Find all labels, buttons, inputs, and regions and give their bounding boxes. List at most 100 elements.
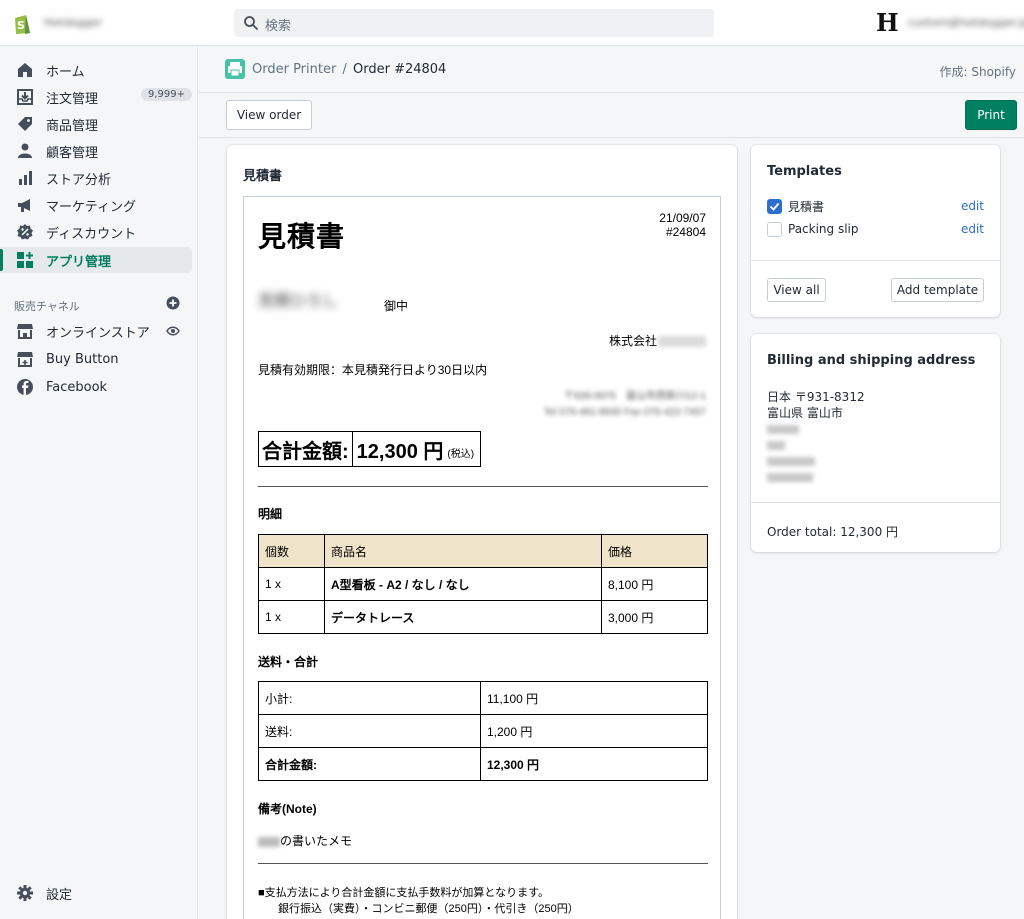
company-name-redacted	[658, 336, 706, 348]
sidebar-item-orders[interactable]: 注文管理 9,999+	[0, 84, 193, 110]
total-box: 合計金額: 12,300 円 (税込)	[258, 431, 482, 467]
company-name: 株式会社	[609, 332, 706, 349]
summary-value: 11,100 円	[480, 681, 708, 715]
buy-button-icon	[17, 352, 33, 367]
sidebar-item-label: 設定	[46, 887, 73, 903]
sidebar-item-analytics[interactable]: ストア分析	[0, 165, 192, 191]
column-header: 価格	[601, 534, 708, 568]
address-line: 日本 〒931-8312	[767, 390, 865, 404]
note-text-block: の書いたメモ	[258, 832, 352, 849]
gear-icon	[17, 885, 33, 901]
shopify-logo-icon[interactable]: S	[10, 12, 34, 36]
address-line: 富山県 富山市	[767, 406, 843, 420]
breadcrumb-separator: /	[342, 62, 347, 77]
payment-note-line: 銀行振込（実費）・コンビニ郵便（250円）・代引き（250円）	[278, 903, 579, 915]
store-icon	[17, 324, 33, 339]
summary-value: 12,300 円	[480, 747, 708, 781]
table-row: 送料: 1,200 円	[258, 714, 708, 748]
print-button[interactable]: Print	[965, 100, 1017, 130]
item-price: 3,000 円	[601, 600, 708, 634]
template-checkbox[interactable]	[767, 198, 782, 214]
search-bar[interactable]: 検索	[234, 9, 714, 37]
redacted-name	[258, 836, 280, 847]
search-icon	[244, 16, 258, 30]
divider	[258, 486, 708, 487]
sidebar-item-label: 注文管理	[46, 91, 99, 107]
sidebar-item-label: オンラインストア	[46, 325, 150, 341]
view-order-button[interactable]: View order	[226, 100, 312, 130]
template-checkbox[interactable]	[767, 221, 782, 237]
templates-card: Templates 見積書 edit Packing slip edit Vie…	[751, 145, 1000, 317]
eye-icon[interactable]	[166, 324, 180, 338]
sidebar-item-label: ホーム	[46, 64, 85, 80]
document-paper: 見積書 21/09/07 #24804 見積ひろし 御中 株式会社 見積有効期限…	[243, 196, 721, 919]
address-line: Tel 076-481-8930 Fax 076-422-7457	[543, 407, 706, 418]
sidebar-item-home[interactable]: ホーム	[0, 57, 192, 83]
sidebar: ホーム 注文管理 9,999+ 商品管理 顧客管理 ストア分析 マーケティング …	[0, 47, 198, 919]
document-date-block: 21/09/07 #24804	[659, 211, 706, 239]
tag-icon	[18, 117, 32, 131]
item-qty: 1 x	[258, 567, 325, 601]
validity-text: 見積有効期限：本見積発行日より30日以内	[258, 363, 488, 377]
account-email[interactable]: custom@hotdogger.jp	[908, 16, 1024, 29]
summary-table: 小計: 11,100 円 送料: 1,200 円 合計金額: 12,300 円	[258, 681, 708, 781]
megaphone-icon	[18, 199, 30, 212]
company-address: 〒939-0975 富山市西新川12-1 Tel 076-481-8930 Fa…	[544, 389, 706, 421]
action-bar: View order Print	[199, 94, 1024, 138]
address-line: 〒939-0975 富山市西新川12-1	[563, 391, 706, 402]
divider	[751, 502, 1000, 503]
address-title: Billing and shipping address	[767, 353, 976, 368]
sidebar-item-label: ディスカウント	[46, 226, 137, 242]
address-lines: 日本 〒931-8312 富山県 富山市	[767, 389, 865, 485]
discount-icon	[17, 224, 33, 240]
sidebar-item-customers[interactable]: 顧客管理	[0, 138, 192, 164]
view-all-button[interactable]: View all	[767, 278, 826, 302]
sidebar-item-label: アプリ管理	[46, 254, 112, 270]
sidebar-item-settings[interactable]: 設定	[0, 880, 192, 906]
printer-app-icon	[225, 59, 245, 79]
address-card: Billing and shipping address 日本 〒931-831…	[751, 334, 1000, 552]
add-channel-icon[interactable]	[166, 296, 180, 310]
sidebar-item-discounts[interactable]: ディスカウント	[0, 219, 192, 245]
edit-template-link[interactable]: edit	[961, 222, 984, 236]
items-table: 個数 商品名 価格 1 x A型看板 - A2 / なし / なし 8,100 …	[258, 534, 708, 634]
redacted-line	[767, 453, 865, 469]
company-label: 株式会社	[608, 334, 657, 348]
sidebar-item-label: 顧客管理	[46, 145, 99, 161]
sidebar-item-marketing[interactable]: マーケティング	[0, 192, 192, 218]
sidebar-item-apps[interactable]: アプリ管理	[0, 247, 192, 273]
document-card-title: 見積書	[243, 169, 283, 184]
order-total: Order total: 12,300 円	[767, 525, 899, 539]
top-bar: S Hotdogger 検索 H custom@hotdogger.jp	[0, 0, 1024, 46]
sidebar-item-buy-button[interactable]: Buy Button	[0, 346, 192, 372]
item-qty: 1 x	[258, 600, 325, 634]
page-title: Order #24804	[353, 62, 447, 77]
divider	[751, 260, 1000, 261]
table-row: 1 x A型看板 - A2 / なし / なし 8,100 円	[258, 567, 708, 601]
divider	[258, 863, 708, 864]
sidebar-item-facebook[interactable]: Facebook	[0, 374, 192, 400]
summary-label: 合計金額:	[258, 747, 481, 781]
item-name: A型看板 - A2 / なし / なし	[324, 567, 602, 601]
apps-icon	[17, 252, 33, 268]
bar-chart-icon	[19, 171, 32, 185]
redacted-line	[767, 469, 865, 485]
check-icon	[769, 202, 780, 211]
avatar[interactable]: H	[876, 10, 900, 36]
breadcrumb-app-link[interactable]: Order Printer	[252, 62, 336, 77]
sidebar-item-products[interactable]: 商品管理	[0, 111, 192, 137]
search-input[interactable]: 検索	[265, 15, 291, 34]
template-name: Packing slip	[788, 222, 859, 236]
redacted-line	[767, 421, 865, 437]
sidebar-item-label: Facebook	[46, 379, 108, 395]
add-template-button[interactable]: Add template	[891, 278, 984, 302]
svg-text:S: S	[17, 19, 25, 32]
details-heading: 明細	[258, 507, 283, 521]
sidebar-item-online-store[interactable]: オンラインストア	[0, 318, 192, 344]
total-value: 12,300 円	[356, 440, 444, 463]
edit-template-link[interactable]: edit	[961, 199, 984, 213]
document-number: #24804	[665, 225, 706, 239]
column-header: 個数	[258, 534, 325, 568]
store-name[interactable]: Hotdogger	[44, 16, 102, 29]
summary-value: 1,200 円	[480, 714, 708, 748]
